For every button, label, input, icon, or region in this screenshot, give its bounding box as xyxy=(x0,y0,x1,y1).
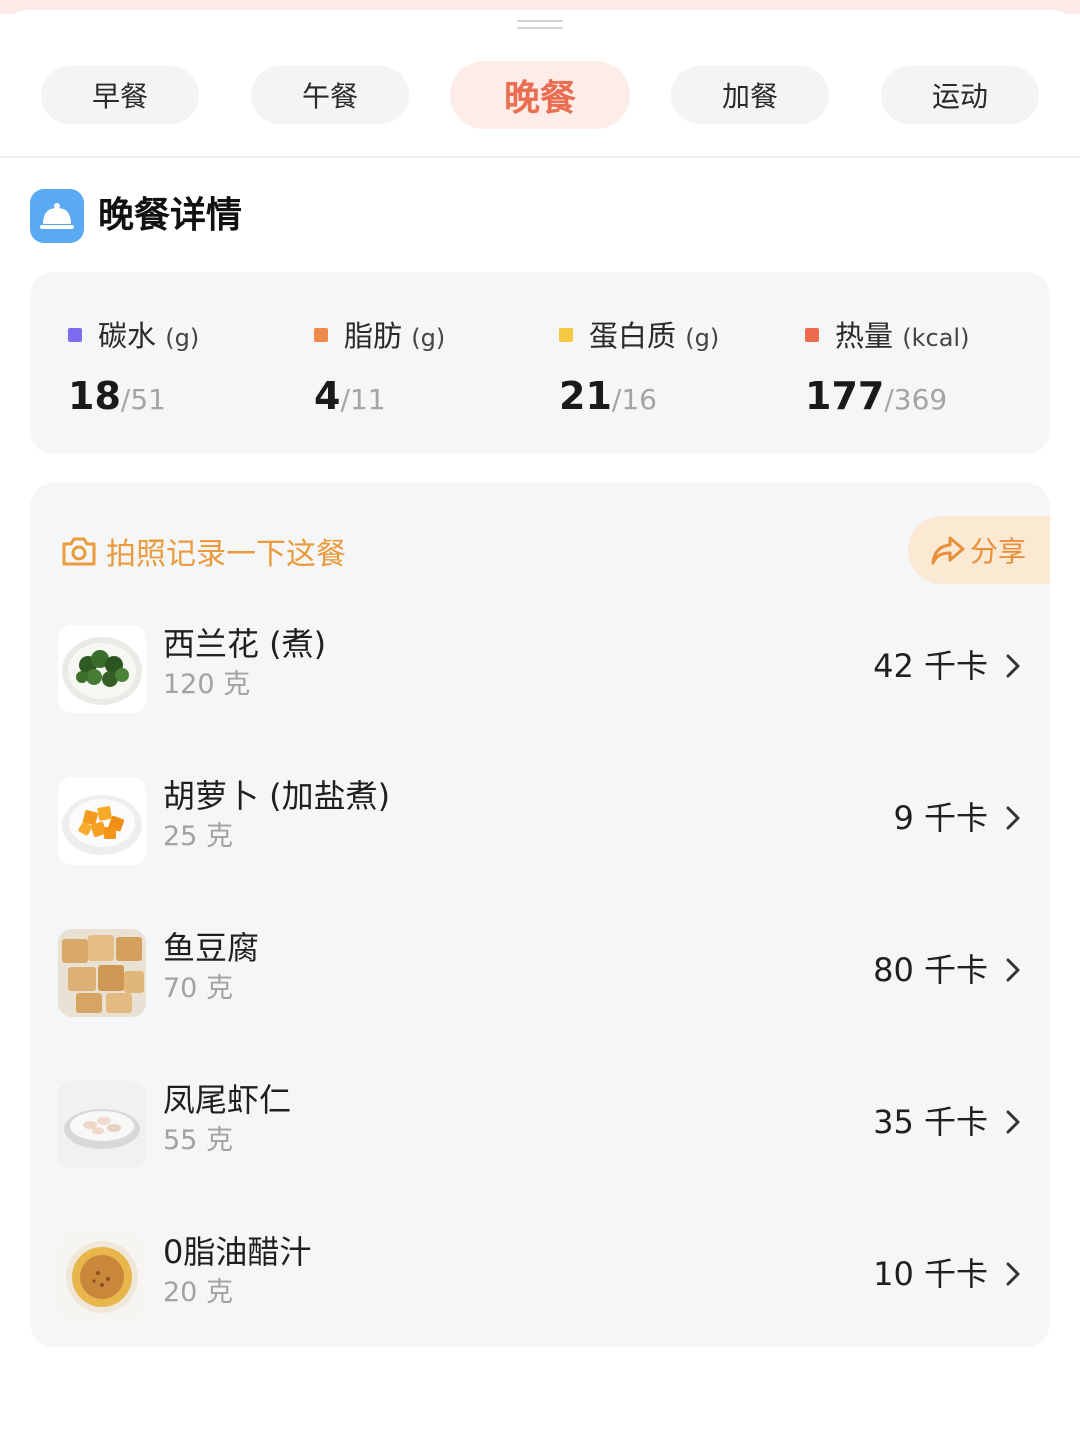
macro-unit: (g) xyxy=(165,324,200,352)
macro-unit: (kcal) xyxy=(902,324,970,352)
share-arrow-icon xyxy=(931,536,965,565)
chevron-right-icon xyxy=(1006,654,1020,678)
macro-label: 脂肪 xyxy=(344,319,403,353)
food-weight: 70 克 xyxy=(163,973,233,1004)
macro-total: /11 xyxy=(340,383,386,416)
macro-label: 蛋白质 xyxy=(589,319,677,353)
food-weight: 55 克 xyxy=(163,1125,233,1156)
tab-dinner[interactable]: 晚餐 xyxy=(450,61,630,129)
food-name: 鱼豆腐 xyxy=(163,929,260,967)
food-calories: 42 千卡 xyxy=(873,647,988,685)
tab-lunch[interactable]: 午餐 xyxy=(251,66,409,124)
share-label: 分享 xyxy=(970,535,1027,568)
macro-current: 177 xyxy=(805,374,885,418)
photo-record-button[interactable]: 拍照记录一下这餐 xyxy=(60,529,346,573)
tab-snack[interactable]: 加餐 xyxy=(671,66,829,124)
cloche-icon xyxy=(30,189,84,243)
shrimp-thumbnail xyxy=(58,1081,146,1169)
tabs-divider xyxy=(0,156,1080,158)
tab-breakfast[interactable]: 早餐 xyxy=(41,66,199,124)
food-calories: 35 千卡 xyxy=(873,1103,988,1141)
macro-total: /369 xyxy=(884,383,948,416)
chevron-right-icon xyxy=(1006,1110,1020,1134)
vinaigrette-thumbnail xyxy=(58,1233,146,1321)
macro-total: /16 xyxy=(611,383,657,416)
fat-color-dot xyxy=(314,328,328,342)
photo-record-label: 拍照记录一下这餐 xyxy=(106,537,346,572)
macro-unit: (g) xyxy=(685,324,720,352)
macro-current: 21 xyxy=(559,374,612,418)
food-calories: 10 千卡 xyxy=(873,1255,988,1293)
protein-color-dot xyxy=(559,328,573,342)
food-weight: 25 克 xyxy=(163,821,233,852)
food-name: 凤尾虾仁 xyxy=(163,1081,292,1119)
food-list-card: 拍照记录一下这餐 分享 西兰花 (煮) 120 克 42 千卡 胡萝卜 (加盐煮… xyxy=(30,483,1050,1347)
macro-calories: 热量 (kcal) 177/369 xyxy=(767,272,1007,454)
chevron-right-icon xyxy=(1006,1262,1020,1286)
macro-carbs: 碳水 (g) 18/51 xyxy=(30,272,270,454)
chevron-right-icon xyxy=(1006,958,1020,982)
carrot-thumbnail xyxy=(58,777,146,865)
food-weight: 20 克 xyxy=(163,1277,233,1308)
food-row[interactable]: 鱼豆腐 70 克 80 千卡 xyxy=(30,909,1050,1039)
food-row[interactable]: 0脂油醋汁 20 克 10 千卡 xyxy=(30,1213,1050,1343)
macro-total: /51 xyxy=(120,383,166,416)
food-row[interactable]: 凤尾虾仁 55 克 35 千卡 xyxy=(30,1061,1050,1191)
macro-unit: (g) xyxy=(411,324,446,352)
share-button[interactable]: 分享 xyxy=(908,516,1050,584)
macro-fat: 脂肪 (g) 4/11 xyxy=(276,272,516,454)
food-row[interactable]: 胡萝卜 (加盐煮) 25 克 9 千卡 xyxy=(30,757,1050,887)
fish-tofu-thumbnail xyxy=(58,929,146,1017)
food-name: 胡萝卜 (加盐煮) xyxy=(163,777,391,815)
macro-label: 热量 xyxy=(835,319,894,353)
macro-summary-card: 碳水 (g) 18/51 脂肪 (g) 4/11 蛋白质 (g) 21/16 热… xyxy=(30,272,1050,454)
macro-current: 18 xyxy=(68,374,121,418)
food-name: 西兰花 (煮) xyxy=(163,625,327,663)
food-calories: 9 千卡 xyxy=(893,799,988,837)
food-weight: 120 克 xyxy=(163,669,251,700)
chevron-right-icon xyxy=(1006,806,1020,830)
macro-protein: 蛋白质 (g) 21/16 xyxy=(521,272,761,454)
camera-icon xyxy=(62,537,96,566)
section-title: 晚餐详情 xyxy=(98,195,243,236)
carbs-color-dot xyxy=(68,328,82,342)
food-name: 0脂油醋汁 xyxy=(163,1233,312,1271)
macro-current: 4 xyxy=(314,374,341,418)
tab-exercise[interactable]: 运动 xyxy=(881,66,1039,124)
macro-label: 碳水 xyxy=(98,319,157,353)
calories-color-dot xyxy=(805,328,819,342)
food-calories: 80 千卡 xyxy=(873,951,988,989)
drag-handle[interactable] xyxy=(517,20,563,30)
food-row[interactable]: 西兰花 (煮) 120 克 42 千卡 xyxy=(30,605,1050,735)
broccoli-thumbnail xyxy=(58,625,146,713)
